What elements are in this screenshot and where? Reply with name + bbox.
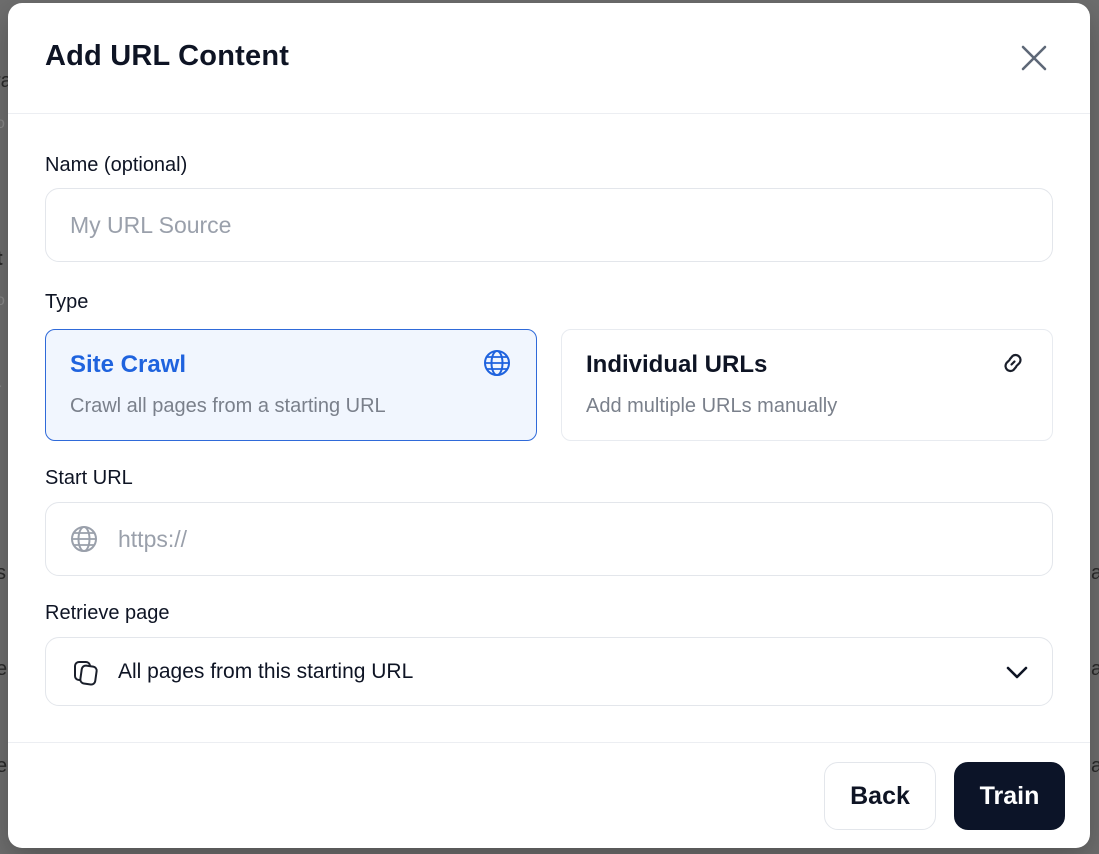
- name-label: Name (optional): [45, 154, 188, 176]
- type-option-site-crawl[interactable]: Site Crawl Crawl all pages from a starti…: [45, 329, 537, 441]
- retrieve-page-value: All pages from this starting URL: [118, 660, 414, 683]
- type-option-description: Crawl all pages from a starting URL: [70, 395, 386, 417]
- dialog-footer: Back Train: [8, 742, 1090, 848]
- background-text-fragment: e: [0, 755, 8, 777]
- chevron-down-icon: [1006, 666, 1028, 679]
- add-url-content-dialog: Add URL Content Name (optional) Type Sit…: [8, 3, 1090, 848]
- name-input[interactable]: [45, 188, 1053, 262]
- type-option-title: Site Crawl: [70, 351, 187, 378]
- retrieve-page-select[interactable]: All pages from this starting URL: [45, 637, 1053, 706]
- background-text-fragment: r: [0, 381, 1, 399]
- close-icon: [1021, 45, 1047, 71]
- background-text-fragment: a: [1091, 658, 1099, 680]
- close-button[interactable]: [1016, 40, 1052, 76]
- dialog-header: Add URL Content: [8, 3, 1090, 114]
- background-text-fragment: a: [1091, 755, 1099, 777]
- globe-icon: [71, 526, 97, 552]
- background-text-fragment: o: [0, 115, 5, 132]
- retrieve-page-label: Retrieve page: [45, 602, 170, 624]
- background-text-fragment: t: [0, 248, 3, 271]
- background-text-fragment: s: [0, 562, 6, 584]
- globe-icon: [484, 350, 510, 376]
- type-label: Type: [45, 291, 89, 313]
- background-text-fragment: a: [1091, 562, 1099, 584]
- train-button[interactable]: Train: [954, 762, 1065, 830]
- back-button[interactable]: Back: [824, 762, 936, 830]
- background-text-fragment: e: [0, 658, 8, 680]
- copy-pages-icon: [74, 661, 98, 686]
- type-option-individual-urls[interactable]: Individual URLs Add multiple URLs manual…: [561, 329, 1053, 441]
- background-text-fragment: o: [0, 292, 5, 309]
- type-option-title: Individual URLs: [586, 351, 768, 378]
- link-icon: [1004, 353, 1022, 373]
- start-url-input[interactable]: [45, 502, 1053, 576]
- dialog-title: Add URL Content: [45, 40, 290, 72]
- type-option-description: Add multiple URLs manually: [586, 395, 838, 417]
- start-url-label: Start URL: [45, 467, 133, 489]
- start-url-field: [45, 502, 1053, 576]
